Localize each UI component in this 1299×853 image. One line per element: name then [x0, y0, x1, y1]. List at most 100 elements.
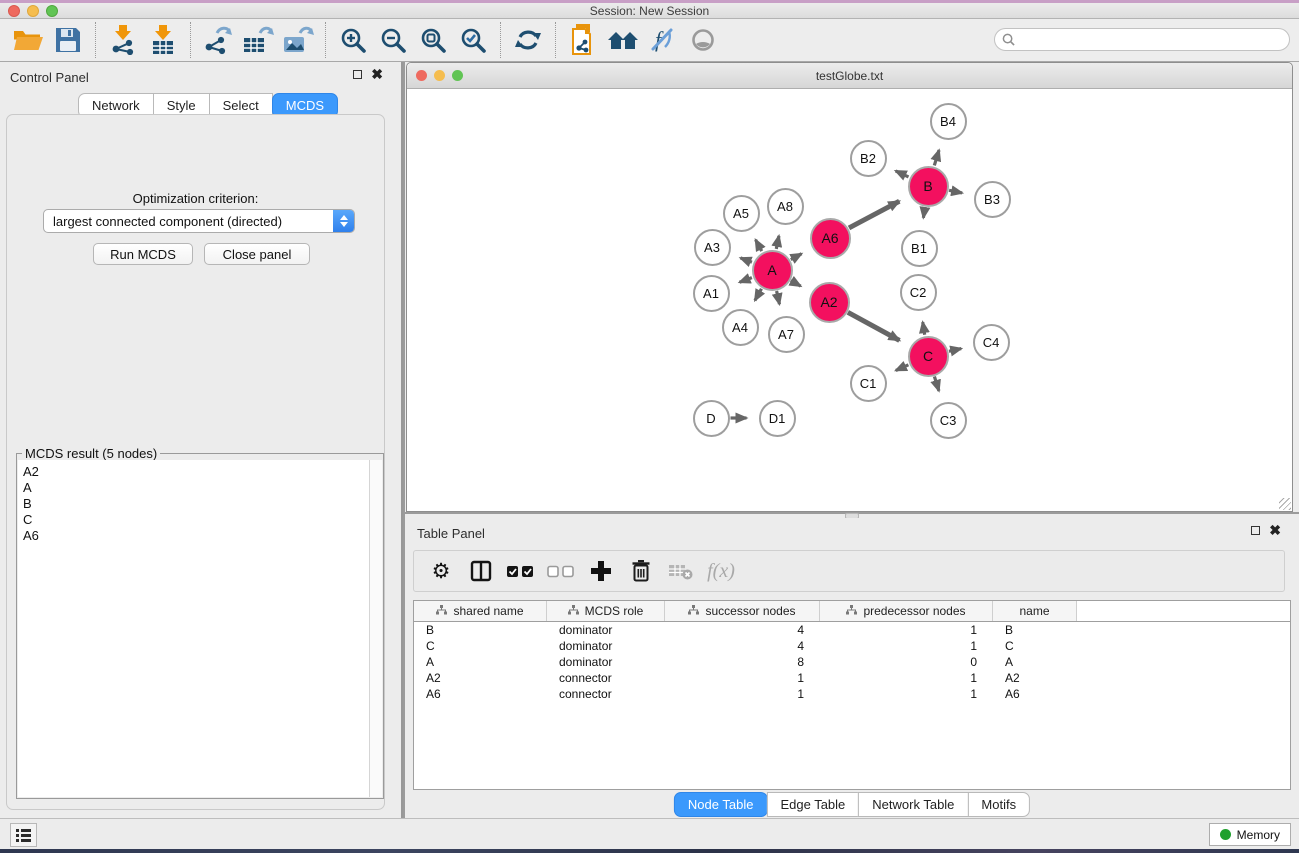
graph-node-B1[interactable]: B1 [901, 230, 938, 267]
window-resize-grip[interactable] [1279, 498, 1291, 510]
function-hide-icon[interactable]: f [643, 22, 683, 58]
mcds-result-list[interactable]: A2ABCA6 [18, 460, 369, 797]
table-cell[interactable]: connector [547, 687, 665, 701]
graph-node-C1[interactable]: C1 [850, 365, 887, 402]
import-table-icon[interactable] [143, 22, 183, 58]
graph-node-A3[interactable]: A3 [694, 229, 731, 266]
mcds-result-item[interactable]: A [23, 480, 369, 496]
mcds-result-item[interactable]: B [23, 496, 369, 512]
graph-node-C[interactable]: C [908, 336, 949, 377]
graph-node-A1[interactable]: A1 [693, 275, 730, 312]
table-cell[interactable]: B [993, 623, 1077, 637]
run-mcds-button[interactable]: Run MCDS [93, 243, 193, 265]
select-all-checkboxes-icon[interactable] [504, 554, 538, 588]
home-icon[interactable] [603, 22, 643, 58]
column-header-MCDS-role[interactable]: MCDS role [547, 601, 665, 621]
eye-icon[interactable] [683, 22, 723, 58]
float-table-panel-icon[interactable] [1251, 526, 1260, 535]
table-cell[interactable]: 8 [665, 655, 820, 669]
export-network-icon[interactable] [198, 22, 238, 58]
column-header-successor-nodes[interactable]: successor nodes [665, 601, 820, 621]
graph-node-B2[interactable]: B2 [850, 140, 887, 177]
graph-node-A5[interactable]: A5 [723, 195, 760, 232]
export-image-icon[interactable] [278, 22, 318, 58]
graph-node-C3[interactable]: C3 [930, 402, 967, 439]
import-network-icon[interactable] [103, 22, 143, 58]
close-panel-icon[interactable]: ✖ [371, 69, 383, 79]
search-input[interactable] [1020, 31, 1289, 49]
graph-node-A2[interactable]: A2 [809, 282, 850, 323]
close-table-panel-icon[interactable]: ✖ [1269, 525, 1281, 535]
graph-node-C2[interactable]: C2 [900, 274, 937, 311]
column-header-name[interactable]: name [993, 601, 1077, 621]
zoom-fit-icon[interactable] [413, 22, 453, 58]
zoom-in-icon[interactable] [333, 22, 373, 58]
table-cell[interactable]: A2 [993, 671, 1077, 685]
open-folder-icon[interactable] [8, 22, 48, 58]
table-cell[interactable]: 1 [820, 671, 993, 685]
table-cell[interactable]: 1 [820, 639, 993, 653]
task-history-button[interactable] [10, 823, 37, 847]
export-table-icon[interactable] [238, 22, 278, 58]
refresh-icon[interactable] [508, 22, 548, 58]
graph-node-A8[interactable]: A8 [767, 188, 804, 225]
graph-node-A7[interactable]: A7 [768, 316, 805, 353]
table-cell[interactable]: 0 [820, 655, 993, 669]
graph-node-B[interactable]: B [908, 166, 949, 207]
table-row[interactable]: Cdominator41C [414, 638, 1290, 654]
table-cell[interactable]: 4 [665, 623, 820, 637]
tab-network-table[interactable]: Network Table [858, 792, 968, 817]
add-column-icon[interactable] [584, 554, 618, 588]
table-cell[interactable]: A6 [414, 687, 547, 701]
column-header-shared-name[interactable]: shared name [414, 601, 547, 621]
search-box[interactable] [994, 28, 1290, 51]
delete-column-trash-icon[interactable] [624, 554, 658, 588]
node-table[interactable]: shared nameMCDS rolesuccessor nodesprede… [413, 600, 1291, 790]
network-document-icon[interactable] [563, 22, 603, 58]
table-cell[interactable]: A [414, 655, 547, 669]
graph-node-B4[interactable]: B4 [930, 103, 967, 140]
table-cell[interactable]: A [993, 655, 1077, 669]
graph-node-A4[interactable]: A4 [722, 309, 759, 346]
table-cell[interactable]: A6 [993, 687, 1077, 701]
float-panel-icon[interactable] [353, 70, 362, 79]
zoom-selected-icon[interactable] [453, 22, 493, 58]
mcds-result-item[interactable]: A2 [23, 464, 369, 480]
table-cell[interactable]: dominator [547, 623, 665, 637]
criterion-dropdown[interactable]: largest connected component (directed) [43, 209, 355, 233]
graph-node-A6[interactable]: A6 [810, 218, 851, 259]
table-cell[interactable]: 1 [820, 623, 993, 637]
network-canvas[interactable]: B4B2BB3A8A5A6A3B1AA1C2A2A4A7C4CC1DD1C3 [407, 89, 1292, 511]
graph-node-B3[interactable]: B3 [974, 181, 1011, 218]
network-window-titlebar[interactable]: testGlobe.txt [407, 63, 1292, 89]
mcds-result-item[interactable]: A6 [23, 528, 369, 544]
column-header-predecessor-nodes[interactable]: predecessor nodes [820, 601, 993, 621]
graph-node-C4[interactable]: C4 [973, 324, 1010, 361]
table-cell[interactable]: 1 [665, 687, 820, 701]
table-cell[interactable]: C [993, 639, 1077, 653]
table-cell[interactable]: 1 [665, 671, 820, 685]
table-row[interactable]: Bdominator41B [414, 622, 1290, 638]
table-cell[interactable]: B [414, 623, 547, 637]
settings-gear-icon[interactable]: ⚙ [424, 554, 458, 588]
tab-edge-table[interactable]: Edge Table [766, 792, 859, 817]
save-icon[interactable] [48, 22, 88, 58]
result-scrollbar[interactable] [369, 460, 382, 797]
table-cell[interactable]: dominator [547, 639, 665, 653]
tab-motifs[interactable]: Motifs [967, 792, 1030, 817]
table-row[interactable]: A2connector11A2 [414, 670, 1290, 686]
table-cell[interactable]: A2 [414, 671, 547, 685]
table-cell[interactable]: connector [547, 671, 665, 685]
table-cell[interactable]: 4 [665, 639, 820, 653]
graph-node-A[interactable]: A [752, 250, 793, 291]
table-row[interactable]: Adominator80A [414, 654, 1290, 670]
memory-button[interactable]: Memory [1209, 823, 1291, 846]
table-cell[interactable]: C [414, 639, 547, 653]
table-cell[interactable]: dominator [547, 655, 665, 669]
close-panel-button[interactable]: Close panel [204, 243, 310, 265]
graph-node-D[interactable]: D [693, 400, 730, 437]
zoom-out-icon[interactable] [373, 22, 413, 58]
tab-node-table[interactable]: Node Table [674, 792, 768, 817]
split-view-icon[interactable] [464, 554, 498, 588]
table-row[interactable]: A6connector11A6 [414, 686, 1290, 702]
